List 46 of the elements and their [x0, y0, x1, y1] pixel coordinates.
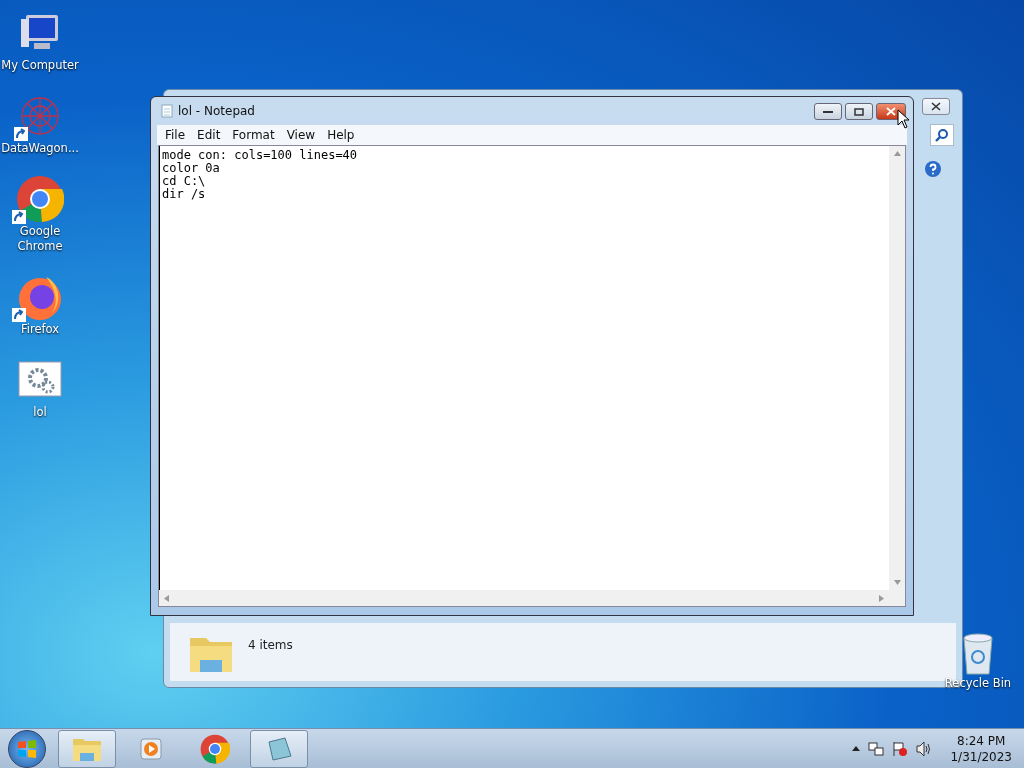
text-line: mode con: cols=100 lines=40: [162, 149, 359, 162]
menu-item[interactable]: File: [159, 128, 192, 142]
text-line: cd C:\: [162, 175, 207, 188]
network-star-icon[interactable]: [18, 94, 62, 138]
desktop-icon-label[interactable]: My Computer: [0, 58, 80, 73]
chrome-icon: [200, 733, 230, 764]
close-icon: [931, 102, 941, 111]
scroll-right-icon: [879, 594, 884, 602]
menu-item[interactable]: Format: [226, 128, 281, 142]
notepad-icon: [265, 735, 293, 762]
help-icon[interactable]: [924, 160, 942, 178]
chrome-icon[interactable]: [16, 175, 64, 223]
date-text: 1/31/2023: [950, 748, 1012, 765]
maximize-button[interactable]: [845, 103, 873, 120]
scroll-down-icon: [893, 580, 901, 585]
close-button[interactable]: [922, 98, 950, 115]
windows-logo-icon: [17, 738, 37, 759]
window-title: lol - Notepad: [178, 104, 256, 118]
text-line: color 0a: [162, 162, 221, 175]
taskbar-app-button[interactable]: [250, 729, 308, 768]
scroll-up-icon: [893, 151, 901, 156]
text-line: dir /s: [162, 188, 207, 201]
scroll-left-icon: [164, 594, 169, 602]
show-hidden-icons-icon[interactable]: [852, 746, 861, 751]
network-icon[interactable]: [868, 740, 885, 757]
search-icon: [935, 128, 949, 142]
notepad-icon: [161, 104, 173, 118]
taskbar-app-button[interactable]: [58, 729, 116, 768]
clock[interactable]: 8:24 PM 1/31/2023: [950, 732, 1012, 765]
start-button[interactable]: [8, 729, 46, 768]
media-player-icon: [138, 735, 164, 762]
desktop-icon-label[interactable]: Google Chrome: [0, 224, 80, 254]
menu-item[interactable]: Help: [321, 128, 361, 142]
desktop-icon-label[interactable]: Firefox: [0, 322, 80, 337]
search-button[interactable]: [930, 124, 954, 146]
minimize-button[interactable]: [814, 103, 842, 120]
desktop-icon-label[interactable]: DataWagon...: [0, 141, 80, 156]
menu-item[interactable]: Edit: [191, 128, 227, 142]
item-count: 4 items: [248, 638, 293, 652]
flag-icon[interactable]: [892, 740, 909, 757]
time-text: 8:24 PM: [957, 732, 1006, 749]
restore-icon: [854, 107, 864, 116]
recycle-bin-icon[interactable]: [961, 632, 995, 676]
speaker-icon[interactable]: [916, 740, 933, 757]
menu-item[interactable]: View: [280, 128, 322, 142]
close-icon: [886, 107, 896, 116]
